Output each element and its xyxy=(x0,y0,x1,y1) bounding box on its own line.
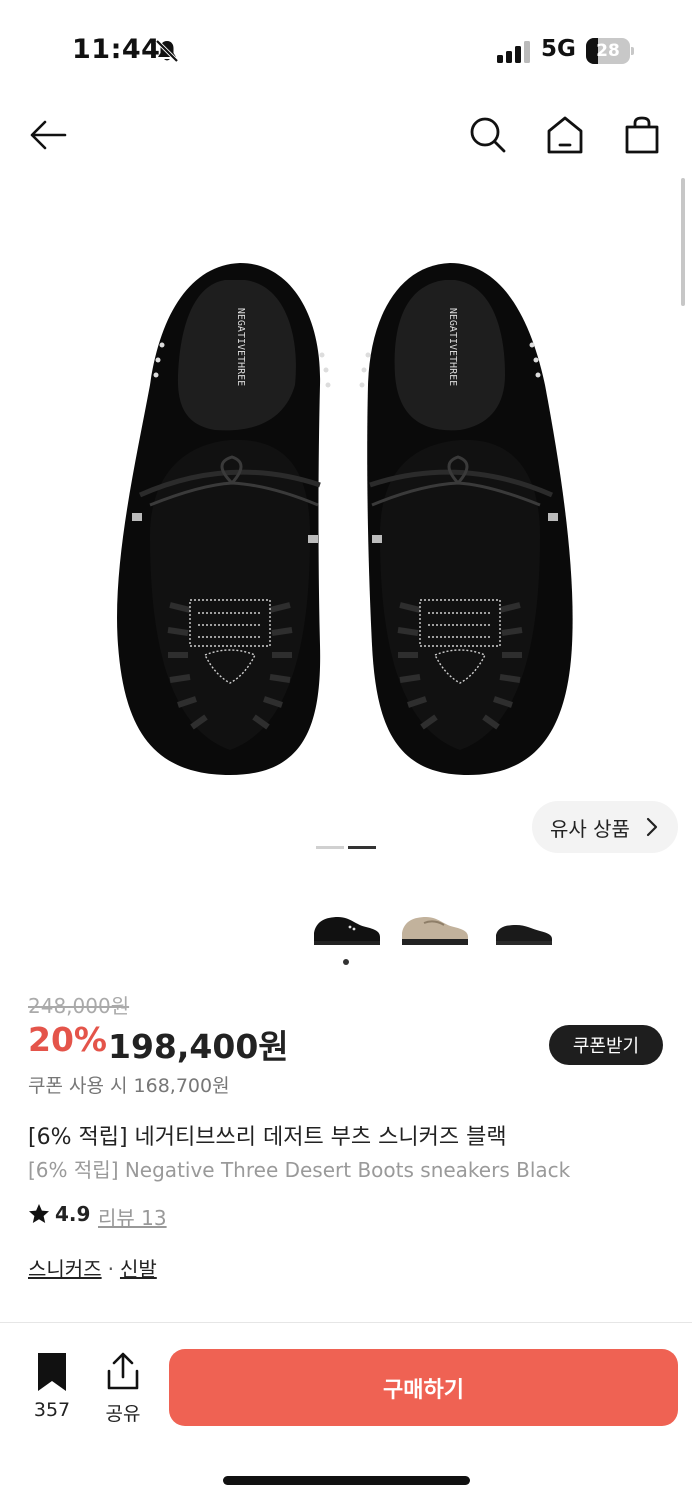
pagination-dot xyxy=(316,846,344,849)
buy-button[interactable]: 구매하기 xyxy=(169,1349,678,1426)
home-indicator[interactable] xyxy=(223,1476,470,1485)
variant-selected-dot xyxy=(343,959,349,965)
variant-thumbnail-beige[interactable] xyxy=(398,903,470,947)
discount-rate: 20% xyxy=(28,1020,107,1059)
battery-icon: 28 xyxy=(586,38,634,64)
battery-level: 28 xyxy=(596,41,620,61)
review-link[interactable]: 리뷰 13 xyxy=(98,1202,167,1231)
status-bar: 11:44 5G 28 xyxy=(0,0,692,100)
bell-off-icon xyxy=(155,39,179,63)
coupon-price: 쿠폰 사용 시 168,700원 xyxy=(28,1075,230,1097)
category-link-shoes[interactable]: 신발 xyxy=(120,1257,157,1281)
left-shoe: NEGATIVETHREE xyxy=(117,263,331,775)
original-price: 248,000원 xyxy=(28,994,130,1018)
rating-value: 4.9 xyxy=(55,1202,91,1226)
product-photo: NEGATIVETHREE NEGATIVETHREE xyxy=(117,263,573,775)
star-icon xyxy=(29,1204,49,1223)
image-pagination xyxy=(316,846,378,850)
status-time: 11:44 xyxy=(72,34,161,65)
share-icon xyxy=(107,1352,139,1390)
product-image[interactable]: NEGATIVETHREE NEGATIVETHREE xyxy=(0,185,692,875)
back-arrow-icon[interactable] xyxy=(27,114,69,156)
share-label: 공유 xyxy=(105,1403,141,1425)
category-tags: 스니커즈 · 신발 xyxy=(28,1253,157,1282)
right-shoe: NEGATIVETHREE xyxy=(359,263,573,775)
top-navigation xyxy=(0,100,692,170)
bookmark-icon xyxy=(38,1353,66,1391)
product-title: [6% 적립] 네거티브쓰리 데저트 부츠 스니커즈 블랙 xyxy=(28,1125,507,1150)
save-button[interactable]: 357 xyxy=(22,1353,82,1425)
search-icon[interactable] xyxy=(466,114,508,156)
variant-thumbnail-black-low[interactable] xyxy=(490,903,562,947)
chevron-right-icon xyxy=(646,817,658,837)
shopping-bag-icon[interactable] xyxy=(621,114,663,156)
product-subtitle: [6% 적립] Negative Three Desert Boots snea… xyxy=(28,1158,571,1182)
coupon-button[interactable]: 쿠폰받기 xyxy=(549,1025,663,1065)
save-count: 357 xyxy=(33,1399,71,1421)
similar-products-label: 유사 상품 xyxy=(550,816,630,841)
network-type: 5G xyxy=(541,36,576,62)
sale-price: 198,400원 xyxy=(108,1027,289,1066)
left-insole-print: NEGATIVETHREE xyxy=(235,308,246,386)
variant-thumbnail-black[interactable] xyxy=(310,903,382,947)
category-link-sneakers[interactable]: 스니커즈 xyxy=(28,1257,102,1281)
scroll-indicator[interactable] xyxy=(681,178,685,306)
bottom-action-bar: 357 공유 구매하기 xyxy=(0,1323,692,1500)
category-separator: · xyxy=(107,1257,114,1281)
color-variants xyxy=(0,895,692,975)
right-insole-print: NEGATIVETHREE xyxy=(447,308,458,386)
home-icon[interactable] xyxy=(544,114,586,156)
similar-products-button[interactable]: 유사 상품 xyxy=(532,801,678,853)
pagination-dot-active xyxy=(348,846,376,849)
share-button[interactable]: 공유 xyxy=(94,1351,152,1425)
signal-icon xyxy=(497,41,530,63)
